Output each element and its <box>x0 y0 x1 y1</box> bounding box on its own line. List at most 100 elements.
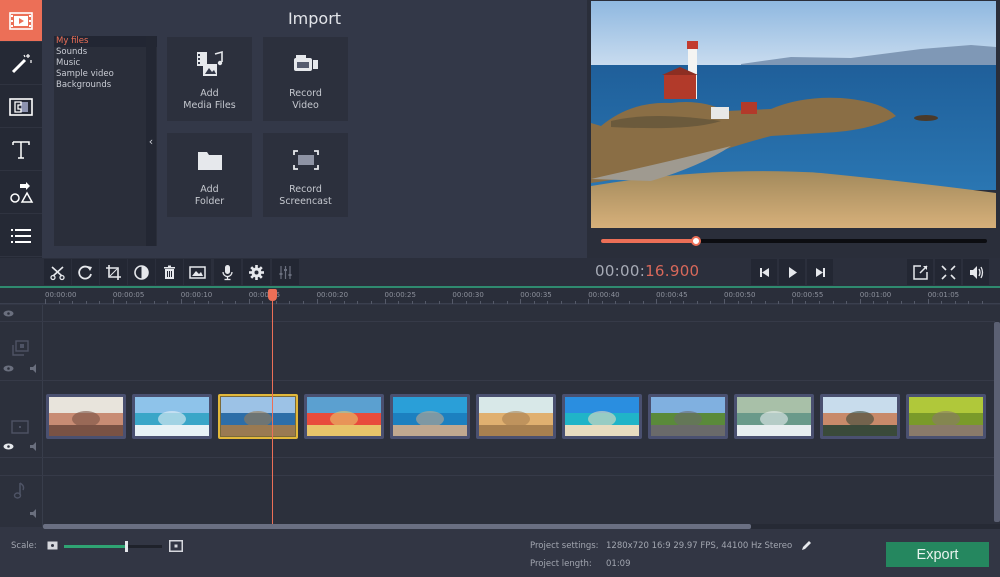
edit-settings-pencil-icon[interactable] <box>801 540 812 551</box>
tree-item-sounds[interactable]: Sounds <box>54 47 157 58</box>
tree-item-backgrounds[interactable]: Backgrounds <box>54 80 157 91</box>
ruler-tick <box>846 301 848 304</box>
record-video-button[interactable]: Record Video <box>263 37 348 121</box>
record-screencast-label: Record Screencast <box>279 184 332 207</box>
timeline-clip[interactable] <box>734 394 814 439</box>
ruler-tick <box>194 301 196 304</box>
voice-record-button[interactable] <box>214 259 241 285</box>
video-mute-toggle[interactable] <box>28 441 40 451</box>
playhead-handle[interactable] <box>268 289 277 301</box>
timeline-clip[interactable] <box>46 394 126 439</box>
zoom-out-icon[interactable] <box>47 541 58 550</box>
ruler-tick <box>737 301 739 304</box>
ruler-tick <box>954 301 956 304</box>
timeline-clip[interactable] <box>562 394 642 439</box>
playback-seek-bar[interactable] <box>601 236 987 246</box>
delete-button[interactable] <box>156 259 183 285</box>
video-preview[interactable] <box>591 1 996 228</box>
ruler-tick <box>45 299 46 304</box>
ruler-tick <box>153 301 155 304</box>
rail-filters-button[interactable] <box>0 43 42 85</box>
track-divider <box>0 457 995 458</box>
timeline-clip[interactable] <box>304 394 384 439</box>
timeline-clip[interactable] <box>476 394 556 439</box>
color-adjust-button[interactable] <box>128 259 155 285</box>
rotate-icon <box>78 265 92 279</box>
video-editor-window: Import My files Sounds Music Sample vide… <box>0 0 1000 577</box>
rail-more-button[interactable] <box>0 215 42 257</box>
ruler-tick <box>275 301 277 304</box>
track-visibility-toggle[interactable] <box>2 309 14 317</box>
add-media-files-button[interactable]: Add Media Files <box>167 37 252 121</box>
next-frame-button[interactable] <box>807 259 833 285</box>
track-divider <box>0 475 995 476</box>
ruler-tick <box>506 301 508 304</box>
ruler-tick <box>710 301 712 304</box>
scale-slider[interactable] <box>64 541 162 552</box>
timeline-clip[interactable] <box>218 394 298 439</box>
skip-back-icon <box>759 267 769 277</box>
eye-icon <box>3 443 13 449</box>
rail-import-button[interactable] <box>0 0 42 42</box>
clip-thumbnail <box>221 397 295 436</box>
ruler-tick-label: 00:00:40 <box>588 291 620 299</box>
clip-settings-button[interactable] <box>243 259 270 285</box>
camera-icon <box>293 55 318 71</box>
cut-button[interactable] <box>44 259 71 285</box>
ruler-tick <box>58 301 60 304</box>
timeline-clip[interactable] <box>820 394 900 439</box>
record-screencast-button[interactable]: Record Screencast <box>263 133 348 217</box>
overlay-visibility-toggle[interactable] <box>2 364 14 372</box>
import-title: Import <box>287 9 342 28</box>
ruler-tick <box>357 301 359 304</box>
timeline-clip[interactable] <box>906 394 986 439</box>
volume-button[interactable] <box>963 259 989 285</box>
crop-icon <box>106 264 121 280</box>
previous-frame-button[interactable] <box>751 259 777 285</box>
project-length-value: 01:09 <box>606 559 631 569</box>
ruler-tick-label: 00:00:30 <box>452 291 484 299</box>
rail-titles-button[interactable] <box>0 129 42 171</box>
fullscreen-button[interactable] <box>935 259 961 285</box>
scale-slider-handle[interactable] <box>124 541 128 552</box>
equalizer-button[interactable] <box>272 259 299 285</box>
rotate-button[interactable] <box>72 259 99 285</box>
timeline-clip[interactable] <box>390 394 470 439</box>
tree-item-sample-video[interactable]: Sample video <box>54 69 157 80</box>
add-folder-button[interactable]: Add Folder <box>167 133 252 217</box>
trash-icon <box>164 265 175 279</box>
play-button[interactable] <box>779 259 805 285</box>
ruler-tick <box>941 301 943 304</box>
timeline-clip[interactable] <box>648 394 728 439</box>
ruler-tick <box>669 301 671 304</box>
overlay-mute-toggle[interactable] <box>28 363 40 373</box>
clip-thumbnail <box>651 397 725 436</box>
ruler-tick-label: 00:00:45 <box>656 291 688 299</box>
timeline-clip[interactable] <box>132 394 212 439</box>
video-visibility-toggle[interactable] <box>2 442 14 450</box>
ruler-tick <box>248 299 250 304</box>
rail-transitions-button[interactable] <box>0 86 42 128</box>
clip-thumbnail <box>135 397 209 436</box>
detach-preview-button[interactable] <box>907 259 933 285</box>
ruler-tick <box>384 299 386 304</box>
seek-handle[interactable] <box>690 236 701 246</box>
tree-item-my-files[interactable]: My files <box>54 36 157 47</box>
tree-item-music[interactable]: Music <box>54 58 157 69</box>
track-divider <box>0 380 995 381</box>
clip-thumbnail <box>479 397 553 436</box>
export-button[interactable]: Export <box>886 542 989 567</box>
audio-mute-toggle[interactable] <box>28 508 40 518</box>
ruler-tick <box>791 299 793 304</box>
ruler-tick <box>832 301 834 304</box>
ruler-tick <box>479 301 481 304</box>
image-button[interactable] <box>184 259 211 285</box>
track-controls <box>0 305 43 527</box>
crop-button[interactable] <box>100 259 127 285</box>
timeline-ruler[interactable]: 00:00:00 00:00:05 00:00:10 00:00:15 00:00:20… <box>0 288 1000 304</box>
timeline-vertical-scrollbar[interactable] <box>994 322 1000 522</box>
zoom-in-icon[interactable] <box>169 540 183 552</box>
rail-stickers-button[interactable] <box>0 172 42 214</box>
video-frame-icon <box>11 420 29 434</box>
collapse-tree-button[interactable]: ‹ <box>146 36 156 246</box>
